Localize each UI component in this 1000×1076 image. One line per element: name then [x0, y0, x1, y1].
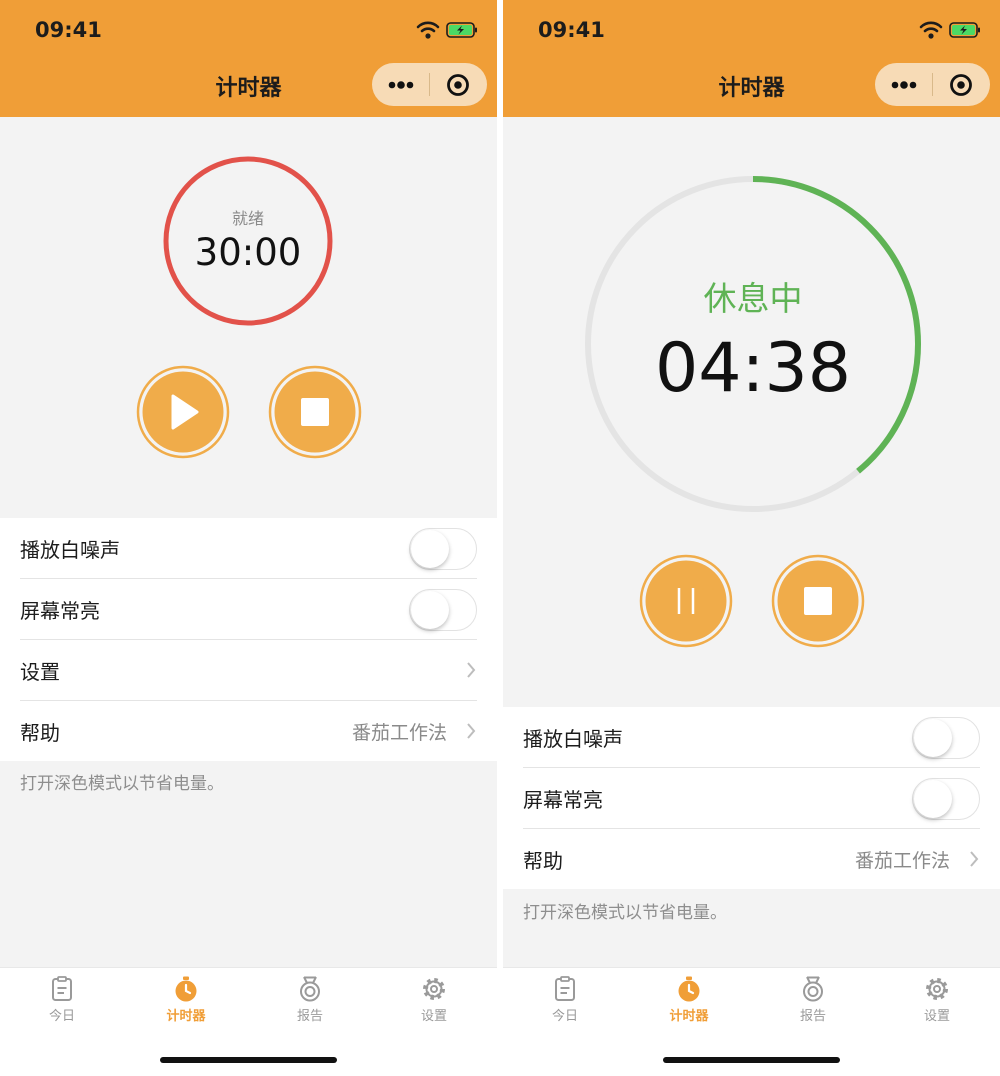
medal-icon [803, 976, 823, 1002]
medal-icon [300, 976, 320, 1002]
close-button[interactable] [933, 63, 990, 106]
more-dots-icon [891, 81, 917, 89]
pause-button[interactable] [639, 554, 733, 648]
play-button[interactable] [136, 365, 230, 459]
home-indicator [663, 1057, 840, 1063]
gear-icon [926, 978, 948, 1000]
toggle-knob [914, 780, 952, 818]
help-label: 帮助 [523, 849, 563, 873]
settings-list: 播放白噪声 屏幕常亮 帮助 番茄工作法 [503, 707, 1000, 889]
tab-today[interactable]: 今日 [12, 976, 112, 1026]
timer-ring: 休息中 04:38 [583, 174, 923, 514]
tab-timer[interactable]: 计时器 [639, 976, 739, 1026]
help-value: 番茄工作法 [854, 850, 950, 872]
chevron-right-icon [970, 851, 979, 867]
clipboard-icon [52, 976, 72, 1001]
help-value: 番茄工作法 [351, 722, 447, 744]
home-indicator [160, 1057, 337, 1063]
target-close-icon [950, 74, 972, 96]
white-noise-label: 播放白噪声 [20, 538, 120, 562]
target-close-icon [447, 74, 469, 96]
tab-report[interactable]: 报告 [763, 976, 863, 1026]
tab-label: 报告 [799, 1009, 826, 1024]
clipboard-icon [555, 976, 575, 1001]
keep-screen-on-toggle[interactable] [912, 778, 980, 820]
timer-state-label: 休息中 [703, 279, 803, 318]
stopwatch-icon [678, 976, 700, 1002]
keep-screen-on-label: 屏幕常亮 [20, 599, 100, 623]
settings-label: 设置 [20, 660, 60, 684]
top-bar: 09:41 计时器 [0, 0, 497, 117]
keep-screen-on-row: 屏幕常亮 [20, 579, 477, 640]
chevron-right-icon [467, 662, 476, 678]
status-time: 09:41 [538, 18, 605, 42]
toggle-knob [411, 530, 449, 568]
stopwatch-icon [175, 976, 197, 1002]
wifi-icon [416, 21, 440, 39]
stop-button[interactable] [268, 365, 362, 459]
white-noise-row: 播放白噪声 [20, 518, 477, 579]
more-dots-icon [388, 81, 414, 89]
help-row[interactable]: 帮助 番茄工作法 [20, 701, 477, 762]
timer-state-label: 就绪 [231, 209, 264, 228]
close-button[interactable] [430, 63, 487, 106]
timer-ring: 就绪 30:00 [163, 156, 333, 326]
tab-label: 今日 [551, 1009, 578, 1024]
timer-time: 30:00 [194, 231, 302, 274]
white-noise-toggle[interactable] [409, 528, 477, 570]
tab-timer[interactable]: 计时器 [136, 976, 236, 1026]
timer-screen-resting: 09:41 计时器 休息中 04:38 播放白噪声 屏幕常亮 帮助 番茄工作法 … [503, 0, 1000, 1076]
tab-report[interactable]: 报告 [260, 976, 360, 1026]
stop-icon [301, 398, 329, 426]
more-button[interactable] [372, 63, 429, 106]
app-canvas: 09:41 计时器 就绪 30:00 播放白噪声 屏幕常亮 设置 帮助 番茄工作… [0, 0, 1000, 1076]
top-bar: 09:41 计时器 [503, 0, 1000, 117]
tab-label: 报告 [296, 1009, 323, 1024]
stop-button[interactable] [771, 554, 865, 648]
mini-program-capsule [372, 63, 487, 106]
tab-label: 今日 [48, 1009, 75, 1024]
footnote: 打开深色模式以节省电量。 [20, 774, 224, 794]
stop-icon [804, 587, 832, 615]
status-time: 09:41 [35, 18, 102, 42]
battery-charging-icon [446, 22, 477, 38]
toggle-knob [914, 719, 952, 757]
toggle-knob [411, 591, 449, 629]
tab-label: 设置 [923, 1009, 950, 1024]
tab-label: 计时器 [166, 1009, 206, 1024]
more-button[interactable] [875, 63, 932, 106]
white-noise-row: 播放白噪声 [523, 707, 980, 768]
gear-icon [423, 978, 445, 1000]
mini-program-capsule [875, 63, 990, 106]
help-label: 帮助 [20, 721, 60, 745]
white-noise-label: 播放白噪声 [523, 727, 623, 751]
battery-charging-icon [949, 22, 980, 38]
footnote: 打开深色模式以节省电量。 [523, 903, 727, 923]
keep-screen-on-label: 屏幕常亮 [523, 788, 603, 812]
timer-screen-ready: 09:41 计时器 就绪 30:00 播放白噪声 屏幕常亮 设置 帮助 番茄工作… [0, 0, 497, 1076]
settings-row[interactable]: 设置 [20, 640, 477, 701]
tab-label: 设置 [420, 1009, 447, 1024]
tab-today[interactable]: 今日 [515, 976, 615, 1026]
chevron-right-icon [467, 723, 476, 739]
wifi-icon [919, 21, 943, 39]
tab-settings[interactable]: 设置 [887, 976, 987, 1026]
tab-settings[interactable]: 设置 [384, 976, 484, 1026]
help-row[interactable]: 帮助 番茄工作法 [523, 829, 980, 890]
settings-list: 播放白噪声 屏幕常亮 设置 帮助 番茄工作法 [0, 518, 497, 761]
keep-screen-on-toggle[interactable] [409, 589, 477, 631]
keep-screen-on-row: 屏幕常亮 [523, 768, 980, 829]
timer-time: 04:38 [655, 329, 851, 408]
white-noise-toggle[interactable] [912, 717, 980, 759]
tab-label: 计时器 [669, 1009, 709, 1024]
